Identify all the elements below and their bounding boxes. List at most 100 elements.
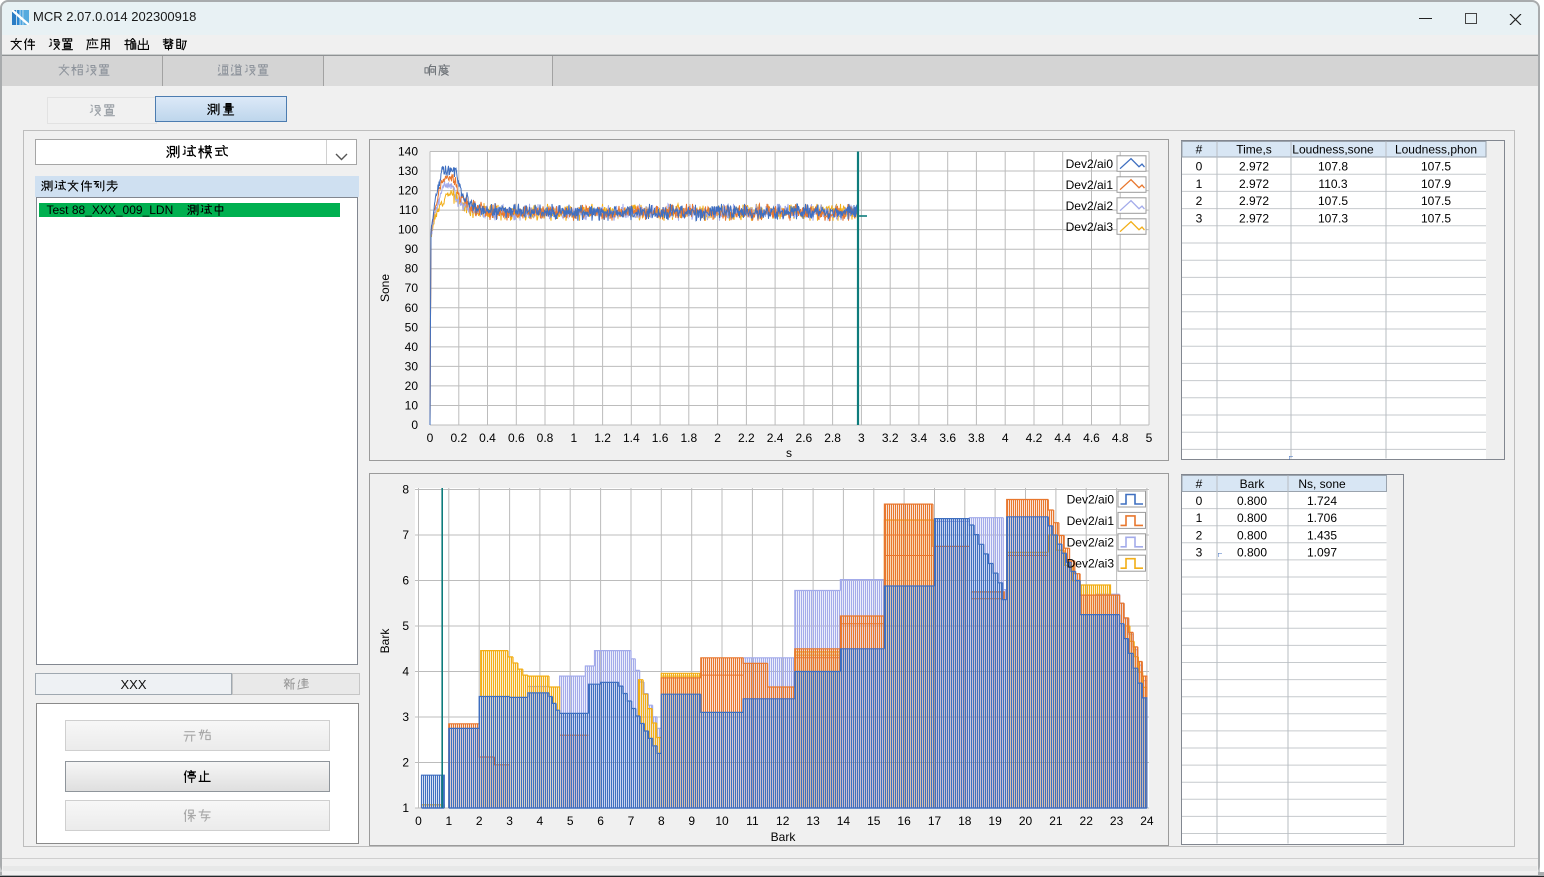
svg-text:Bark: Bark [1240, 477, 1266, 491]
svg-text:3.2: 3.2 [882, 431, 899, 445]
svg-text:2: 2 [1196, 528, 1203, 542]
svg-text:0: 0 [415, 814, 422, 828]
svg-text:11: 11 [746, 814, 759, 828]
svg-text:23: 23 [1110, 814, 1124, 828]
svg-text:2: 2 [476, 814, 483, 828]
svg-text:6: 6 [597, 814, 604, 828]
svg-text:1.4: 1.4 [623, 431, 640, 445]
svg-text:Dev2/ai1: Dev2/ai1 [1067, 514, 1115, 528]
svg-text:Dev2/ai3: Dev2/ai3 [1066, 220, 1114, 234]
svg-text:110.3: 110.3 [1318, 177, 1347, 191]
svg-text:0.800: 0.800 [1237, 494, 1267, 508]
svg-text:130: 130 [398, 164, 418, 178]
svg-text:4: 4 [402, 665, 409, 679]
svg-text:7: 7 [628, 814, 635, 828]
svg-text:2: 2 [714, 431, 721, 445]
svg-text:5: 5 [402, 619, 409, 633]
svg-text:10: 10 [405, 399, 419, 413]
svg-text:#: # [1196, 477, 1203, 491]
svg-text:0: 0 [1196, 494, 1203, 508]
svg-text:Dev2/ai1: Dev2/ai1 [1066, 178, 1114, 192]
svg-text:107.8: 107.8 [1318, 160, 1348, 174]
svg-text:50: 50 [405, 320, 419, 334]
svg-text:3: 3 [1196, 211, 1203, 225]
svg-text:107.5: 107.5 [1421, 211, 1451, 225]
svg-text:5: 5 [1146, 431, 1153, 445]
svg-text:0.800: 0.800 [1237, 545, 1267, 559]
svg-text:0.800: 0.800 [1237, 511, 1267, 525]
svg-text:3: 3 [402, 710, 409, 724]
svg-text:13: 13 [806, 814, 820, 828]
svg-text:Bark: Bark [378, 628, 392, 654]
svg-text:19: 19 [988, 814, 1002, 828]
svg-text:Bark: Bark [771, 830, 797, 844]
svg-text:1.8: 1.8 [680, 431, 697, 445]
svg-text:20: 20 [1019, 814, 1033, 828]
svg-text:80: 80 [405, 262, 419, 276]
svg-text:1.097: 1.097 [1307, 545, 1337, 559]
svg-text:7: 7 [402, 528, 409, 542]
svg-text:22: 22 [1080, 814, 1094, 828]
svg-text:2.972: 2.972 [1239, 160, 1269, 174]
svg-text:0.800: 0.800 [1237, 528, 1267, 542]
svg-text:Loudness,sone: Loudness,sone [1292, 143, 1374, 157]
svg-text:2: 2 [402, 756, 409, 770]
svg-text:4.4: 4.4 [1054, 431, 1071, 445]
svg-text:8: 8 [658, 814, 665, 828]
svg-text:4.8: 4.8 [1112, 431, 1129, 445]
svg-text:3.8: 3.8 [968, 431, 985, 445]
svg-text:Dev2/ai2: Dev2/ai2 [1067, 535, 1115, 549]
svg-text:2.972: 2.972 [1239, 177, 1269, 191]
svg-text:107.5: 107.5 [1421, 160, 1451, 174]
svg-text:1.6: 1.6 [652, 431, 669, 445]
svg-text:90: 90 [405, 242, 419, 256]
svg-text:14: 14 [837, 814, 851, 828]
svg-text:0.8: 0.8 [537, 431, 554, 445]
svg-text:2.8: 2.8 [824, 431, 841, 445]
svg-text:1: 1 [402, 801, 409, 815]
svg-text:Dev2/ai3: Dev2/ai3 [1067, 557, 1115, 571]
svg-text:30: 30 [405, 359, 419, 373]
svg-text:120: 120 [398, 184, 418, 198]
svg-text:Dev2/ai0: Dev2/ai0 [1066, 157, 1114, 171]
svg-text:#: # [1196, 143, 1203, 157]
svg-text:1.2: 1.2 [594, 431, 611, 445]
svg-text:100: 100 [398, 223, 418, 237]
svg-text:20: 20 [405, 379, 419, 393]
svg-text:0.4: 0.4 [479, 431, 496, 445]
svg-text:107.5: 107.5 [1421, 194, 1451, 208]
svg-text:3: 3 [506, 814, 513, 828]
svg-text:Sone: Sone [378, 274, 392, 302]
svg-text:8: 8 [402, 483, 409, 497]
svg-text:2.4: 2.4 [767, 431, 784, 445]
svg-text:1.724: 1.724 [1307, 494, 1337, 508]
svg-text:18: 18 [958, 814, 972, 828]
svg-text:3.4: 3.4 [911, 431, 928, 445]
svg-text:60: 60 [405, 301, 419, 315]
svg-text:4.6: 4.6 [1083, 431, 1100, 445]
svg-text:9: 9 [688, 814, 695, 828]
svg-text:4: 4 [1002, 431, 1009, 445]
svg-text:2.972: 2.972 [1239, 194, 1269, 208]
svg-text:107.9: 107.9 [1421, 177, 1451, 191]
svg-text:2.972: 2.972 [1239, 211, 1269, 225]
svg-text:3: 3 [858, 431, 865, 445]
svg-text:4.2: 4.2 [1026, 431, 1043, 445]
svg-text:110: 110 [399, 203, 418, 217]
svg-text:0: 0 [427, 431, 434, 445]
svg-text:107.3: 107.3 [1318, 211, 1348, 225]
svg-text:Dev2/ai0: Dev2/ai0 [1067, 493, 1115, 507]
svg-text:16: 16 [897, 814, 911, 828]
svg-text:0: 0 [411, 418, 418, 432]
svg-text:70: 70 [405, 281, 419, 295]
svg-text:0: 0 [1196, 160, 1203, 174]
svg-text:2: 2 [1196, 194, 1203, 208]
svg-text:Ns, sone: Ns, sone [1298, 477, 1346, 491]
svg-text:1: 1 [1196, 511, 1203, 525]
svg-text:Dev2/ai2: Dev2/ai2 [1066, 199, 1114, 213]
svg-text:s: s [786, 446, 792, 460]
svg-text:21: 21 [1049, 814, 1063, 828]
svg-text:3.6: 3.6 [939, 431, 956, 445]
svg-text:1.706: 1.706 [1307, 511, 1337, 525]
svg-text:3: 3 [1196, 545, 1203, 559]
